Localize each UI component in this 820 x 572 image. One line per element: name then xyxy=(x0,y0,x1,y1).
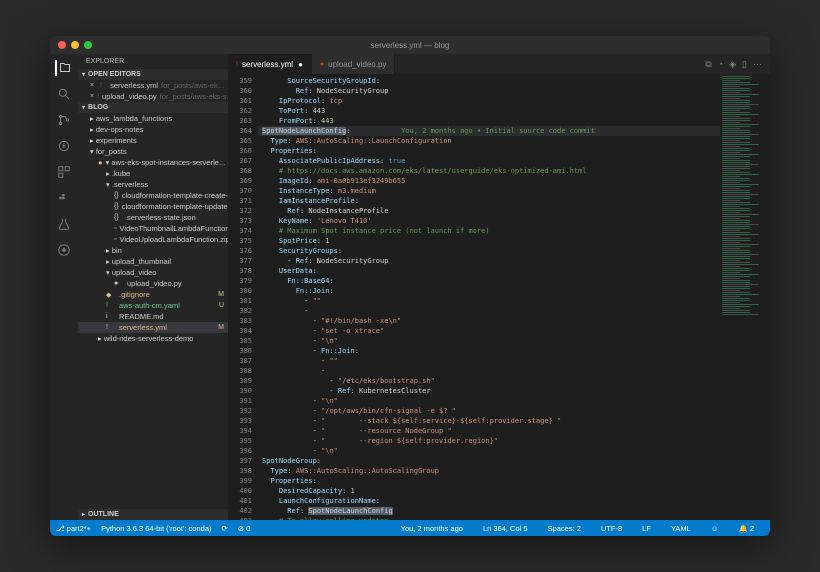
sidebar: EXPLORER ▾ OPEN EDITORS ×!serverless.yml… xyxy=(78,54,228,520)
folder-item[interactable]: ▸ dev-ops-notes xyxy=(78,124,228,135)
chevron-right-icon: ▸ xyxy=(82,511,85,518)
editor-body[interactable]: 3593603613623633643653663673683693703713… xyxy=(228,74,770,520)
close-window[interactable] xyxy=(58,41,66,49)
python-env[interactable]: Python 3.6.3 64-bit ('root': conda) xyxy=(101,524,211,533)
preview-icon[interactable]: ◈ xyxy=(729,59,736,70)
folder-item[interactable]: ▸ upload_thumbnail xyxy=(78,256,228,267)
debug-icon[interactable] xyxy=(56,138,72,154)
open-editors-header[interactable]: ▾ OPEN EDITORS xyxy=(78,69,228,80)
tab-bar: !serverless.yml●●upload_video.py ⧉ ◔ ◈ ▯… xyxy=(228,54,770,74)
window-title: serverless.yml — blog xyxy=(371,41,450,50)
source-control-icon[interactable] xyxy=(56,112,72,128)
indentation[interactable]: Spaces: 2 xyxy=(548,524,581,533)
notifications[interactable]: 🔔 2 xyxy=(738,524,754,533)
tab-actions: ⧉ ◔ ◈ ▯ ⋯ xyxy=(697,54,770,74)
git-blame[interactable]: You, 2 months ago xyxy=(401,524,463,533)
encoding[interactable]: UTF-8 xyxy=(601,524,622,533)
file-item[interactable]: {}serverless-state.json xyxy=(78,212,228,223)
folder-item[interactable]: ▸ experiments xyxy=(78,135,228,146)
project-header[interactable]: ▾ BLOG xyxy=(78,102,228,113)
editor-tab[interactable]: ●upload_video.py xyxy=(312,54,396,74)
cursor-position[interactable]: Ln 364, Col 5 xyxy=(483,524,528,533)
history-icon[interactable]: ◔ xyxy=(718,59,723,69)
file-item[interactable]: {}cloudformation-template-update-... xyxy=(78,201,228,212)
folder-item[interactable]: ●▾ aws-eks-spot-instances-serverle... xyxy=(78,157,228,168)
line-gutter: 3593603613623633643653663673683693703713… xyxy=(228,74,258,520)
split-icon[interactable]: ▯ xyxy=(742,59,747,70)
eol[interactable]: LF xyxy=(642,524,651,533)
errors-icon[interactable]: ⊘ 0 xyxy=(238,524,251,533)
feedback-icon[interactable]: ☺ xyxy=(711,524,719,533)
explorer-icon[interactable] xyxy=(55,60,71,76)
traffic-lights xyxy=(58,41,92,49)
chevron-down-icon: ▾ xyxy=(82,71,85,78)
file-item[interactable]: !serverless.ymlM xyxy=(78,322,228,333)
file-tree: ▸ aws_lambda_functions▸ dev-ops-notes▸ e… xyxy=(78,113,228,509)
folder-item[interactable]: ▸ aws_lambda_functions xyxy=(78,113,228,124)
file-item[interactable]: !aws-auth-cm.yamlU xyxy=(78,300,228,311)
file-item[interactable]: ▫VideoUploadLambdaFunction.zip xyxy=(78,234,228,245)
open-editor-item[interactable]: ×!upload_video.py for_posts/aws-eks-s... xyxy=(78,91,228,102)
maximize-window[interactable] xyxy=(84,41,92,49)
folder-item[interactable]: ▸ bin xyxy=(78,245,228,256)
file-item[interactable]: {}cloudformation-template-create-... xyxy=(78,190,228,201)
search-icon[interactable] xyxy=(56,86,72,102)
git-branch[interactable]: ⎇ part2*+ xyxy=(56,524,91,533)
gitlens-icon[interactable] xyxy=(56,242,72,258)
folder-item[interactable]: ▾ upload_video xyxy=(78,267,228,278)
minimize-window[interactable] xyxy=(71,41,79,49)
activity-bar xyxy=(50,54,78,520)
file-item[interactable]: ●upload_video.py xyxy=(78,278,228,289)
main-body: EXPLORER ▾ OPEN EDITORS ×!serverless.yml… xyxy=(50,54,770,520)
outline-header[interactable]: ▸ OUTLINE xyxy=(78,509,228,520)
language-mode[interactable]: YAML xyxy=(671,524,691,533)
folder-item[interactable]: ▸ .kube xyxy=(78,168,228,179)
open-editors-list: ×!serverless.yml for_posts/aws-ek...×!up… xyxy=(78,80,228,102)
extensions-icon[interactable] xyxy=(56,164,72,180)
docker-icon[interactable] xyxy=(56,190,72,206)
test-icon[interactable] xyxy=(56,216,72,232)
open-editor-item[interactable]: ×!serverless.yml for_posts/aws-ek... xyxy=(78,80,228,91)
compare-icon[interactable]: ⧉ xyxy=(705,59,711,70)
editor-tab[interactable]: !serverless.yml● xyxy=(228,54,312,74)
code-content[interactable]: SourceSecurityGroupId: Ref: NodeSecurity… xyxy=(258,74,720,520)
sync-icon[interactable]: ⟳ xyxy=(222,524,228,533)
titlebar: serverless.yml — blog xyxy=(50,36,770,54)
more-icon[interactable]: ⋯ xyxy=(753,59,762,70)
editor-area: !serverless.yml●●upload_video.py ⧉ ◔ ◈ ▯… xyxy=(228,54,770,520)
chevron-down-icon: ▾ xyxy=(82,104,85,111)
file-item[interactable]: ▫VideoThumbnailLambdaFunction... xyxy=(78,223,228,234)
folder-item[interactable]: ▾ .serverless xyxy=(78,179,228,190)
folder-item[interactable]: ▾ for_posts xyxy=(78,146,228,157)
minimap[interactable] xyxy=(720,74,770,520)
folder-item[interactable]: ▸ wild-rides-serverless-demo xyxy=(78,333,228,344)
file-item[interactable]: ◆.gitignoreM xyxy=(78,289,228,300)
status-bar: ⎇ part2*+ Python 3.6.3 64-bit ('root': c… xyxy=(50,520,770,536)
file-item[interactable]: iREADME.md xyxy=(78,311,228,322)
vscode-window: serverless.yml — blog EXPLORER ▾ OPEN ED… xyxy=(50,36,770,536)
sidebar-title: EXPLORER xyxy=(78,54,228,69)
